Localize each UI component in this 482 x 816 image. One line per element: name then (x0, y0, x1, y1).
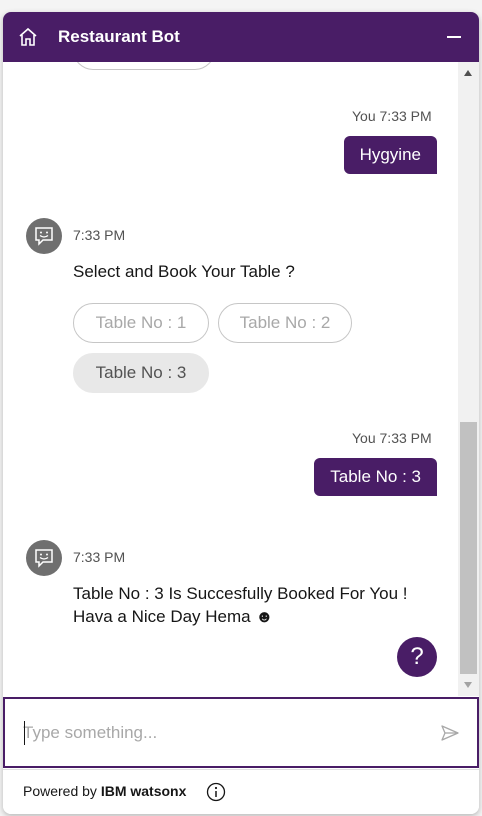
bot-message-text-line-2: Hava a Nice Day Hema ☻ (73, 607, 274, 626)
bot-avatar-icon (26, 218, 62, 254)
chat-widget: Restaurant Bot You 7:33 PM Hygyine 7:33 … (3, 12, 479, 814)
option-chip-table-1[interactable]: Table No : 1 (73, 303, 209, 343)
footer: Powered by IBM watsonx (3, 769, 479, 814)
user-message-bubble: Table No : 3 (314, 458, 437, 496)
user-message-timestamp: You 7:33 PM (352, 430, 432, 446)
bot-avatar-icon (26, 540, 62, 576)
help-button[interactable]: ? (397, 637, 437, 677)
user-message-bubble: Hygyine (343, 136, 437, 174)
info-icon[interactable] (206, 782, 226, 807)
powered-by-text: Powered by IBM watsonx (23, 783, 186, 799)
bot-message-timestamp: 7:33 PM (73, 549, 126, 565)
minimize-icon (447, 36, 461, 38)
scroll-down-arrow-icon[interactable] (464, 682, 472, 688)
message-input[interactable] (23, 719, 423, 747)
brand-name: IBM watsonx (100, 783, 187, 799)
text-cursor (24, 721, 25, 745)
user-message-timestamp: You 7:33 PM (352, 108, 432, 124)
powered-by-prefix: Powered by (23, 783, 97, 799)
option-chip-partial (73, 62, 215, 70)
help-icon: ? (410, 643, 424, 670)
scroll-up-arrow-icon[interactable] (464, 70, 472, 76)
home-icon[interactable] (17, 26, 39, 48)
option-chip-table-2[interactable]: Table No : 2 (218, 303, 352, 343)
bot-message-timestamp: 7:33 PM (73, 227, 126, 243)
bot-message-text: Select and Book Your Table ? (73, 262, 295, 281)
message-input-area (3, 697, 479, 768)
option-chip-table-3[interactable]: Table No : 3 (73, 353, 209, 393)
scrollbar-thumb[interactable] (460, 422, 477, 674)
bot-message-text-line-1: Table No : 3 Is Succesfully Booked For Y… (73, 584, 408, 603)
message-list: You 7:33 PM Hygyine 7:33 PM Select and B… (3, 62, 458, 696)
chat-header: Restaurant Bot (3, 12, 479, 62)
chat-title: Restaurant Bot (58, 27, 180, 46)
send-icon[interactable] (441, 725, 459, 746)
message-scrollbar[interactable] (458, 62, 479, 696)
